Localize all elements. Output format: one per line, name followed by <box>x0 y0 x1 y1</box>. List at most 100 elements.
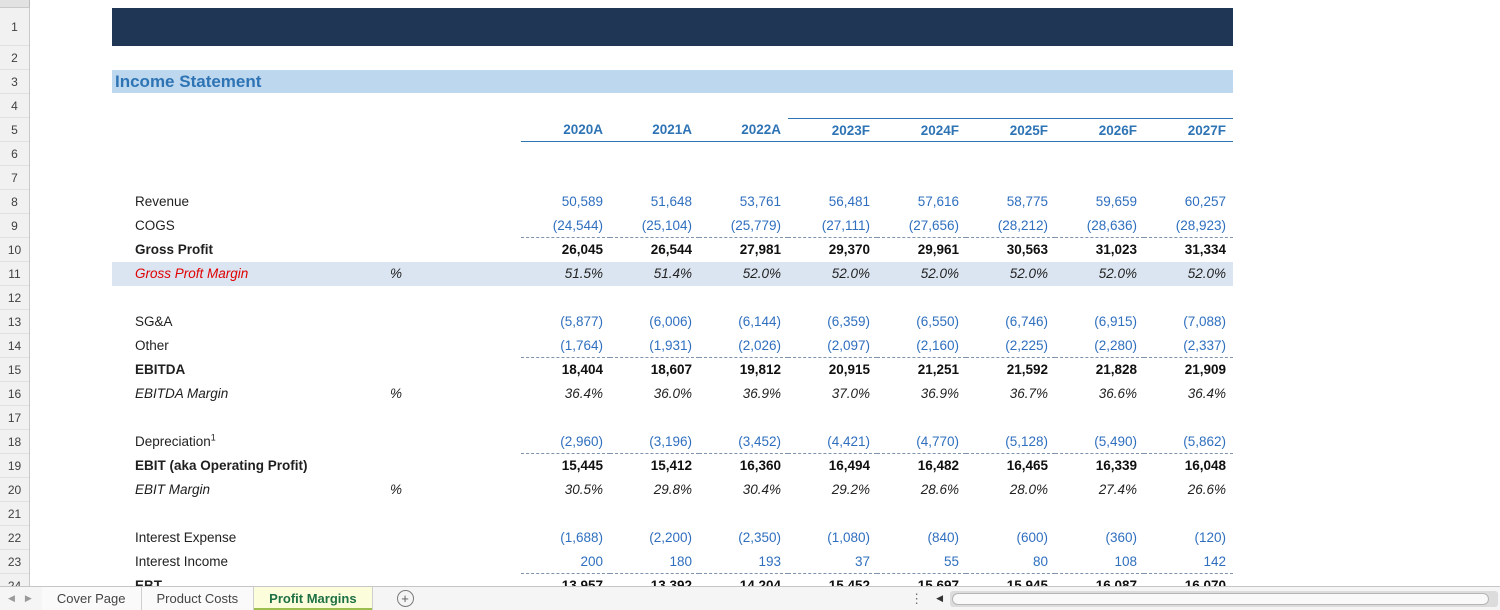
cell-2026F[interactable]: 31,023 <box>1055 238 1144 262</box>
cell-2020A[interactable]: 26,045 <box>521 238 610 262</box>
row-number[interactable]: 2 <box>0 46 29 70</box>
row-label[interactable]: EBITDA <box>112 358 390 382</box>
cell-2020A[interactable]: (1,764) <box>521 334 610 358</box>
row-label[interactable]: EBIT (aka Operating Profit) <box>112 454 390 478</box>
row-number[interactable]: 15 <box>0 358 29 382</box>
cell-2026F[interactable]: (6,915) <box>1055 310 1144 334</box>
row-number[interactable]: 5 <box>0 118 29 142</box>
row-number[interactable]: 8 <box>0 190 29 214</box>
cell-2023F[interactable]: 56,481 <box>788 190 877 214</box>
row-number[interactable]: 21 <box>0 502 29 526</box>
cell-2022A[interactable]: (25,779) <box>699 214 788 238</box>
row-label[interactable]: EBITDA Margin <box>112 382 390 406</box>
cell-2022A[interactable]: 14,204 <box>699 574 788 586</box>
scroll-left-arrow-icon[interactable]: ◀ <box>929 593 950 604</box>
column-header-2025f[interactable]: 2025F <box>966 118 1055 142</box>
sheet-tab-cover-page[interactable]: Cover Page <box>41 587 142 610</box>
row-label[interactable]: EBIT Margin <box>112 478 390 502</box>
cell-2024F[interactable]: 16,482 <box>877 454 966 478</box>
percent-unit-cell[interactable] <box>390 214 521 238</box>
row-number[interactable]: 19 <box>0 454 29 478</box>
percent-unit-cell[interactable] <box>390 526 521 550</box>
cell-2022A[interactable]: 30.4% <box>699 478 788 502</box>
cell-2021A[interactable]: 18,607 <box>610 358 699 382</box>
percent-unit-cell[interactable]: % <box>390 262 521 286</box>
row-number[interactable]: 11 <box>0 262 29 286</box>
cell-2027F[interactable]: 16,070 <box>1144 574 1233 586</box>
cell-2020A[interactable]: 36.4% <box>521 382 610 406</box>
cell-2026F[interactable]: (2,280) <box>1055 334 1144 358</box>
cell-2025F[interactable]: (6,746) <box>966 310 1055 334</box>
cell-2022A[interactable]: (3,452) <box>699 430 788 454</box>
cell-2023F[interactable]: (2,097) <box>788 334 877 358</box>
percent-unit-cell[interactable] <box>390 190 521 214</box>
row-number[interactable]: 23 <box>0 550 29 574</box>
cell-2027F[interactable]: 31,334 <box>1144 238 1233 262</box>
cell-2022A[interactable]: 19,812 <box>699 358 788 382</box>
cell-2020A[interactable]: (5,877) <box>521 310 610 334</box>
cell-2023F[interactable]: 37 <box>788 550 877 574</box>
percent-unit-cell[interactable] <box>390 358 521 382</box>
cell-2024F[interactable]: (6,550) <box>877 310 966 334</box>
cell-2021A[interactable]: (2,200) <box>610 526 699 550</box>
cell-2024F[interactable]: 21,251 <box>877 358 966 382</box>
cell-2025F[interactable]: 15,945 <box>966 574 1055 586</box>
cell-2020A[interactable]: 18,404 <box>521 358 610 382</box>
sheet-title[interactable]: Income Statement <box>112 70 1233 93</box>
percent-unit-cell[interactable] <box>390 238 521 262</box>
cell-2024F[interactable]: 57,616 <box>877 190 966 214</box>
row-number[interactable]: 6 <box>0 142 29 166</box>
column-header-2020a[interactable]: 2020A <box>521 118 610 142</box>
row-label[interactable]: Gross Proft Margin <box>112 262 390 286</box>
column-header-2027f[interactable]: 2027F <box>1144 118 1233 142</box>
cell-2021A[interactable]: 36.0% <box>610 382 699 406</box>
cell-2026F[interactable]: 59,659 <box>1055 190 1144 214</box>
percent-unit-cell[interactable]: % <box>390 382 521 406</box>
cell-2020A[interactable]: 13,957 <box>521 574 610 586</box>
cell-2020A[interactable]: 50,589 <box>521 190 610 214</box>
cell-2024F[interactable]: 29,961 <box>877 238 966 262</box>
cell-2021A[interactable]: 26,544 <box>610 238 699 262</box>
cell-2022A[interactable]: (2,350) <box>699 526 788 550</box>
cell-2026F[interactable]: 21,828 <box>1055 358 1144 382</box>
cell-2022A[interactable]: 52.0% <box>699 262 788 286</box>
cell-2027F[interactable]: 52.0% <box>1144 262 1233 286</box>
horizontal-scrollbar[interactable] <box>950 590 1498 607</box>
sheet-tab-product-costs[interactable]: Product Costs <box>141 587 255 610</box>
row-number[interactable]: 16 <box>0 382 29 406</box>
cell-2022A[interactable]: 53,761 <box>699 190 788 214</box>
cell-2027F[interactable]: 60,257 <box>1144 190 1233 214</box>
cell-2025F[interactable]: 16,465 <box>966 454 1055 478</box>
cell-2025F[interactable]: (5,128) <box>966 430 1055 454</box>
row-label[interactable]: Other <box>112 334 390 358</box>
percent-unit-cell[interactable] <box>390 454 521 478</box>
add-sheet-button[interactable]: + <box>396 590 414 607</box>
cell-2024F[interactable]: 55 <box>877 550 966 574</box>
cell-2023F[interactable]: (4,421) <box>788 430 877 454</box>
cell-2024F[interactable]: (4,770) <box>877 430 966 454</box>
cell-2027F[interactable]: 36.4% <box>1144 382 1233 406</box>
cell-2024F[interactable]: (27,656) <box>877 214 966 238</box>
cell-2025F[interactable]: 36.7% <box>966 382 1055 406</box>
cell-2023F[interactable]: 16,494 <box>788 454 877 478</box>
cell-2021A[interactable]: (6,006) <box>610 310 699 334</box>
row-label[interactable]: EBT <box>112 574 390 586</box>
cell-2024F[interactable]: 15,697 <box>877 574 966 586</box>
row-label[interactable]: SG&A <box>112 310 390 334</box>
row-label[interactable]: Interest Income <box>112 550 390 574</box>
cell-2024F[interactable]: 52.0% <box>877 262 966 286</box>
cell-2027F[interactable]: (28,923) <box>1144 214 1233 238</box>
row-number[interactable]: 24 <box>0 574 29 587</box>
row-label[interactable]: COGS <box>112 214 390 238</box>
cell-2025F[interactable]: (28,212) <box>966 214 1055 238</box>
column-header-2021a[interactable]: 2021A <box>610 118 699 142</box>
cell-2022A[interactable]: (2,026) <box>699 334 788 358</box>
cell-2027F[interactable]: 26.6% <box>1144 478 1233 502</box>
cell-2022A[interactable]: 27,981 <box>699 238 788 262</box>
cell-2027F[interactable]: 142 <box>1144 550 1233 574</box>
cell-2021A[interactable]: (1,931) <box>610 334 699 358</box>
cell-2024F[interactable]: 36.9% <box>877 382 966 406</box>
cell-2021A[interactable]: 29.8% <box>610 478 699 502</box>
cell-2020A[interactable]: (24,544) <box>521 214 610 238</box>
tab-scroll-right-icon[interactable]: ▶ <box>25 593 32 604</box>
